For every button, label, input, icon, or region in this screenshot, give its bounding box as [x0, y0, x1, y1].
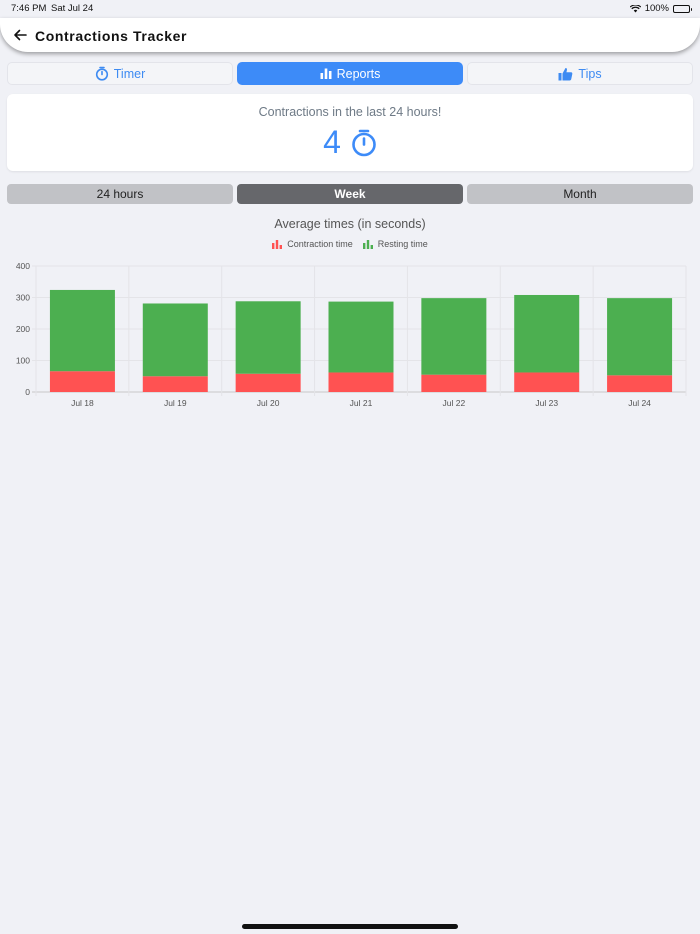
summary-count-row: 4 — [7, 124, 693, 161]
legend-bar-chart-icon — [272, 239, 283, 249]
bar-resting — [607, 298, 673, 376]
stopwatch-icon — [95, 66, 108, 81]
x-tick-label: Jul 19 — [164, 398, 187, 408]
bar-contraction — [421, 374, 487, 392]
bar-contraction — [49, 371, 115, 392]
status-time: 7:46 PM — [11, 3, 47, 14]
y-tick-label: 400 — [16, 261, 30, 271]
tab-label: Reports — [336, 66, 381, 81]
x-tick-label: Jul 21 — [350, 398, 373, 408]
status-bar: 7:46 PM Sat Jul 24 100% — [0, 0, 700, 18]
battery-percent: 100% — [644, 3, 669, 14]
home-indicator — [242, 924, 458, 929]
bar-resting — [142, 303, 208, 377]
bar-contraction — [607, 375, 673, 392]
battery-icon — [673, 4, 692, 13]
x-tick-label: Jul 24 — [628, 398, 651, 408]
x-tick-label: Jul 20 — [257, 398, 280, 408]
y-tick-label: 200 — [16, 324, 30, 334]
y-tick-label: 300 — [16, 293, 30, 303]
wifi-icon — [629, 4, 641, 12]
back-arrow-icon[interactable] — [12, 27, 28, 43]
period-selector: 24 hours Week Month — [7, 184, 693, 204]
contraction-count: 4 — [323, 124, 341, 160]
x-tick-label: Jul 22 — [443, 398, 466, 408]
y-tick-label: 0 — [25, 387, 30, 397]
x-tick-label: Jul 18 — [71, 398, 94, 408]
tab-reports[interactable]: Reports — [237, 62, 463, 85]
app-bar: Contractions Tracker — [0, 18, 700, 52]
legend-label: Contraction time — [287, 239, 353, 249]
tab-label: Tips — [578, 66, 602, 81]
bar-contraction — [235, 373, 301, 392]
period-24-hours[interactable]: 24 hours — [7, 184, 233, 204]
stopwatch-icon — [352, 129, 376, 156]
thumbs-up-icon — [558, 67, 573, 80]
tab-bar: Timer Reports Tips — [7, 62, 693, 85]
bar-resting — [514, 294, 580, 373]
status-right: 100% — [629, 3, 692, 14]
bar-resting — [328, 301, 394, 373]
tab-timer[interactable]: Timer — [7, 62, 233, 85]
tab-label: Timer — [113, 66, 146, 81]
summary-card: Contractions in the last 24 hours! 4 — [7, 94, 693, 171]
bar-contraction — [328, 372, 394, 392]
chart-title: Average times (in seconds) — [274, 217, 426, 231]
page-title: Contractions Tracker — [35, 28, 188, 44]
legend-label: Resting time — [377, 239, 428, 249]
status-date: Sat Jul 24 — [51, 3, 94, 14]
chart-legend: Contraction time Resting time — [0, 239, 700, 249]
summary-label: Contractions in the last 24 hours! — [258, 105, 442, 119]
period-month[interactable]: Month — [467, 184, 693, 204]
bar-resting — [49, 289, 115, 372]
bar-contraction — [514, 372, 580, 392]
period-week[interactable]: Week — [237, 184, 463, 204]
bar-chart: 0 100 200 300 400 Jul 18 Jul 19 Jul 20 Jul 21 Jul… — [16, 261, 687, 408]
legend-item-contraction: Contraction time — [272, 239, 353, 249]
legend-bar-chart-icon — [362, 239, 373, 249]
tab-tips[interactable]: Tips — [467, 62, 693, 85]
bar-chart-icon — [320, 68, 332, 79]
y-tick-label: 100 — [16, 356, 30, 366]
bar-resting — [235, 301, 301, 374]
x-tick-label: Jul 23 — [535, 398, 558, 408]
legend-item-resting: Resting time — [362, 239, 428, 249]
bar-contraction — [142, 376, 208, 392]
bar-resting — [421, 298, 487, 375]
